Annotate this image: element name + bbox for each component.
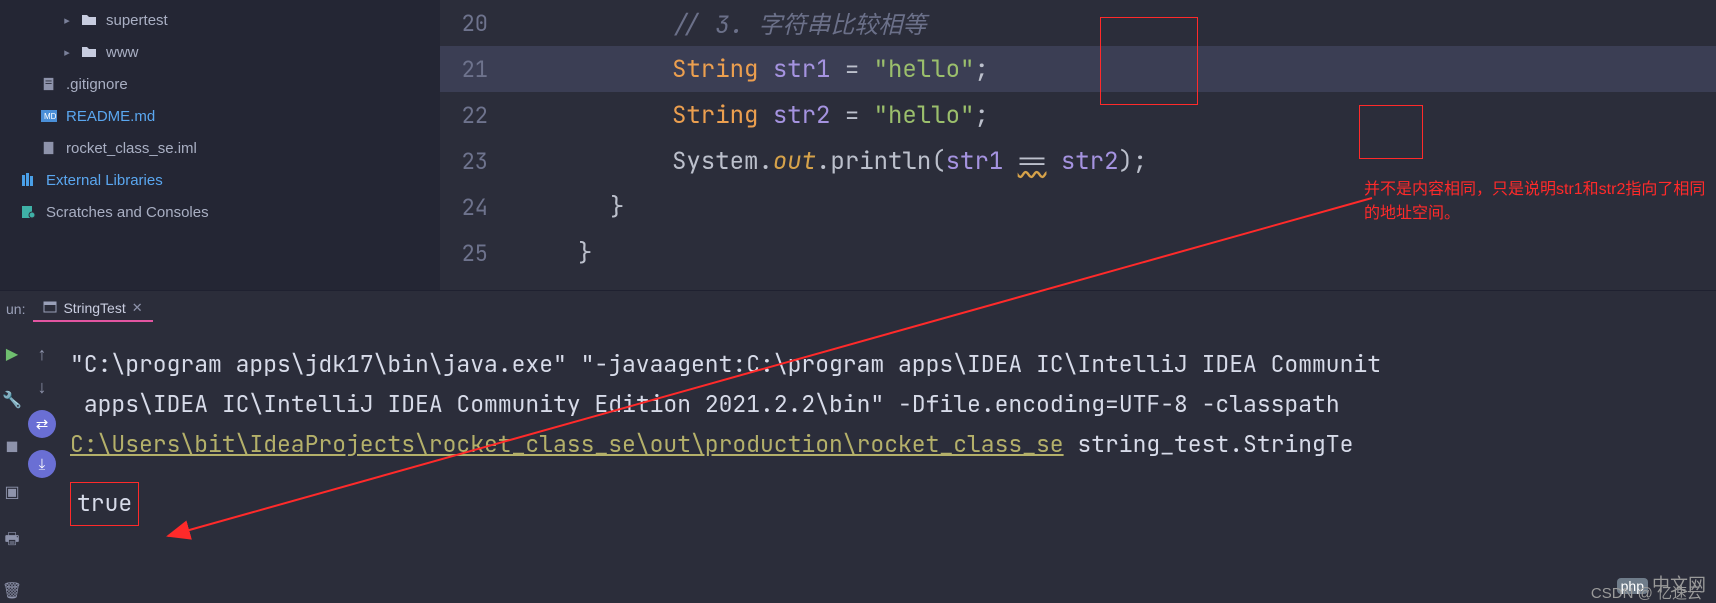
- tree-item-gitignore[interactable]: .gitignore: [0, 68, 440, 100]
- iml-icon: [40, 141, 58, 155]
- console-panel: ▶ 🔧 ◼ ▣ 🖶 🗑 ↑ ↓ ⇄ ⤓ "C:\program apps\jdk…: [0, 326, 1716, 603]
- console-line: C:\Users\bit\IdeaProjects\rocket_class_s…: [70, 424, 1706, 464]
- annotation-text: 并不是内容相同，只是说明str1和str2指向了相同 的地址空间。: [1364, 178, 1716, 226]
- line-number: 25: [440, 239, 514, 268]
- arrow-down-icon[interactable]: ↓: [38, 377, 47, 398]
- project-sidebar: ▸ supertest ▸ www .gitignore MD README.m…: [0, 0, 440, 290]
- console-output[interactable]: "C:\program apps\jdk17\bin\java.exe" "-j…: [60, 326, 1716, 603]
- tree-item-external-libraries[interactable]: External Libraries: [0, 164, 440, 196]
- arrow-up-icon[interactable]: ↑: [38, 344, 47, 365]
- line-number: 21: [440, 55, 514, 84]
- file-icon: [40, 77, 58, 91]
- tree-label: README.md: [66, 108, 155, 125]
- code-editor[interactable]: 20 // 3. 字符串比较相等 21 String str1 = "hello…: [440, 0, 1716, 290]
- print-icon[interactable]: 🖶: [4, 528, 19, 555]
- chevron-right-icon: ▸: [62, 46, 72, 59]
- tree-item-www[interactable]: ▸ www: [0, 36, 440, 68]
- console-line: apps\IDEA IC\IntelliJ IDEA Community Edi…: [70, 384, 1706, 424]
- result-true-box: true: [70, 482, 139, 526]
- console-line: "C:\program apps\jdk17\bin\java.exe" "-j…: [70, 344, 1706, 384]
- close-icon[interactable]: ✕: [132, 300, 143, 316]
- run-icon[interactable]: ▶: [6, 344, 18, 364]
- tree-label: www: [106, 44, 139, 61]
- markdown-icon: MD: [40, 109, 58, 123]
- run-label: un:: [6, 301, 25, 317]
- line-number: 24: [440, 193, 514, 222]
- soft-wrap-icon[interactable]: ⇄: [28, 410, 56, 438]
- scroll-end-icon[interactable]: ⤓: [28, 450, 56, 478]
- svg-text:MD: MD: [44, 112, 57, 121]
- left-tool-column: ▶ 🔧 ◼ ▣ 🖶 🗑: [0, 326, 24, 603]
- line-number: 22: [440, 101, 514, 130]
- line-number: 20: [440, 9, 514, 38]
- chevron-right-icon: ▸: [62, 14, 72, 27]
- tree-label: rocket_class_se.iml: [66, 140, 197, 157]
- tab-label: StringTest: [63, 300, 125, 316]
- watermark-sub: CSDN @ 亿速云: [1591, 582, 1702, 603]
- console-result: true: [70, 482, 1706, 526]
- tree-label: External Libraries: [46, 172, 163, 189]
- library-icon: [20, 173, 38, 187]
- tree-item-supertest[interactable]: ▸ supertest: [0, 4, 440, 36]
- tree-item-iml[interactable]: rocket_class_se.iml: [0, 132, 440, 164]
- tree-label: supertest: [106, 12, 168, 29]
- tree-label: .gitignore: [66, 76, 128, 93]
- run-tab-bar: un: StringTest ✕: [0, 290, 1716, 326]
- trash-icon[interactable]: 🗑: [2, 581, 22, 601]
- folder-icon: [80, 13, 98, 27]
- folder-icon: [80, 45, 98, 59]
- scratches-icon: [20, 205, 38, 219]
- tab-icon: [43, 300, 57, 316]
- run-tab-stringtest[interactable]: StringTest ✕: [33, 296, 152, 322]
- stop-icon[interactable]: ◼: [5, 436, 18, 456]
- nav-arrow-column: ↑ ↓ ⇄ ⤓: [24, 326, 60, 603]
- tree-item-readme[interactable]: MD README.md: [0, 100, 440, 132]
- tree-item-scratches[interactable]: Scratches and Consoles: [0, 196, 440, 228]
- layout-icon[interactable]: ▣: [4, 482, 19, 502]
- classpath-link[interactable]: C:\Users\bit\IdeaProjects\rocket_class_s…: [70, 429, 1064, 459]
- line-number: 23: [440, 147, 514, 176]
- wrench-icon[interactable]: 🔧: [2, 390, 22, 410]
- tree-label: Scratches and Consoles: [46, 204, 209, 221]
